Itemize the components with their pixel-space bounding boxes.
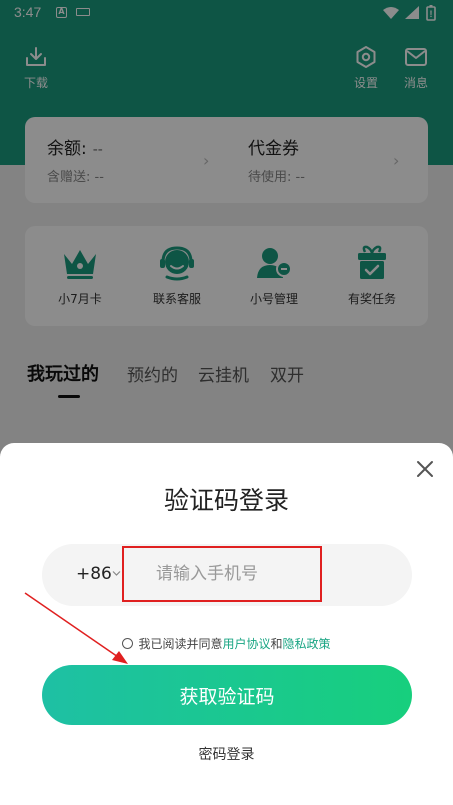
password-login-link[interactable]: 密码登录 [0,744,453,764]
agree-checkbox[interactable] [122,638,134,649]
chevron-down-icon[interactable] [112,569,121,578]
close-icon[interactable] [414,458,436,480]
sheet-title: 验证码登录 [163,486,289,515]
phone-input[interactable] [122,546,322,602]
privacy-policy-link[interactable]: 隐私政策 [283,637,331,651]
user-agreement-link[interactable]: 用户协议 [222,637,270,651]
agree-prefix: 我已阅读并同意 [138,637,223,651]
get-code-button[interactable]: 获取验证码 [42,665,412,725]
agree-and: 和 [270,637,283,651]
agreement-row: 我已阅读并同意用户协议和隐私政策 [0,635,453,652]
country-code-selector[interactable]: +86 [76,564,112,584]
login-sheet: 验证码登录 +86 我已阅读并同意用户协议和隐私政策 获取验证码 密码登录 [0,443,453,805]
phone-row: +86 [42,544,412,606]
